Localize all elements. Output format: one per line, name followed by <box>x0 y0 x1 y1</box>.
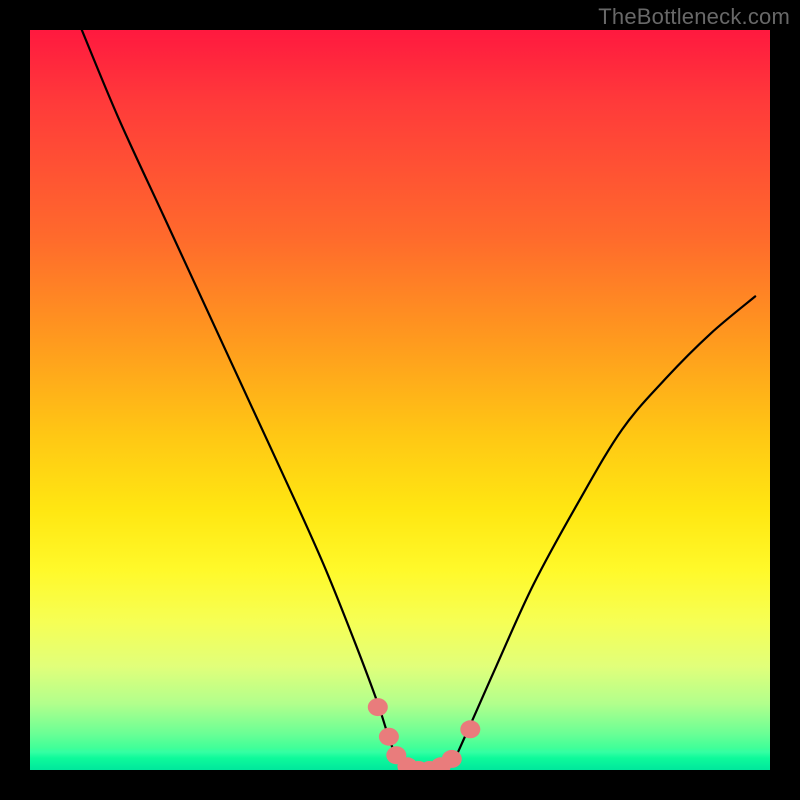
curve-marker-0 <box>368 698 388 716</box>
bottleneck-curve-svg <box>30 30 770 770</box>
bottleneck-curve-line <box>82 30 755 770</box>
watermark-label: TheBottleneck.com <box>598 4 790 30</box>
figure-frame: TheBottleneck.com <box>0 0 800 800</box>
plot-area <box>30 30 770 770</box>
green-band-accent <box>30 730 770 770</box>
